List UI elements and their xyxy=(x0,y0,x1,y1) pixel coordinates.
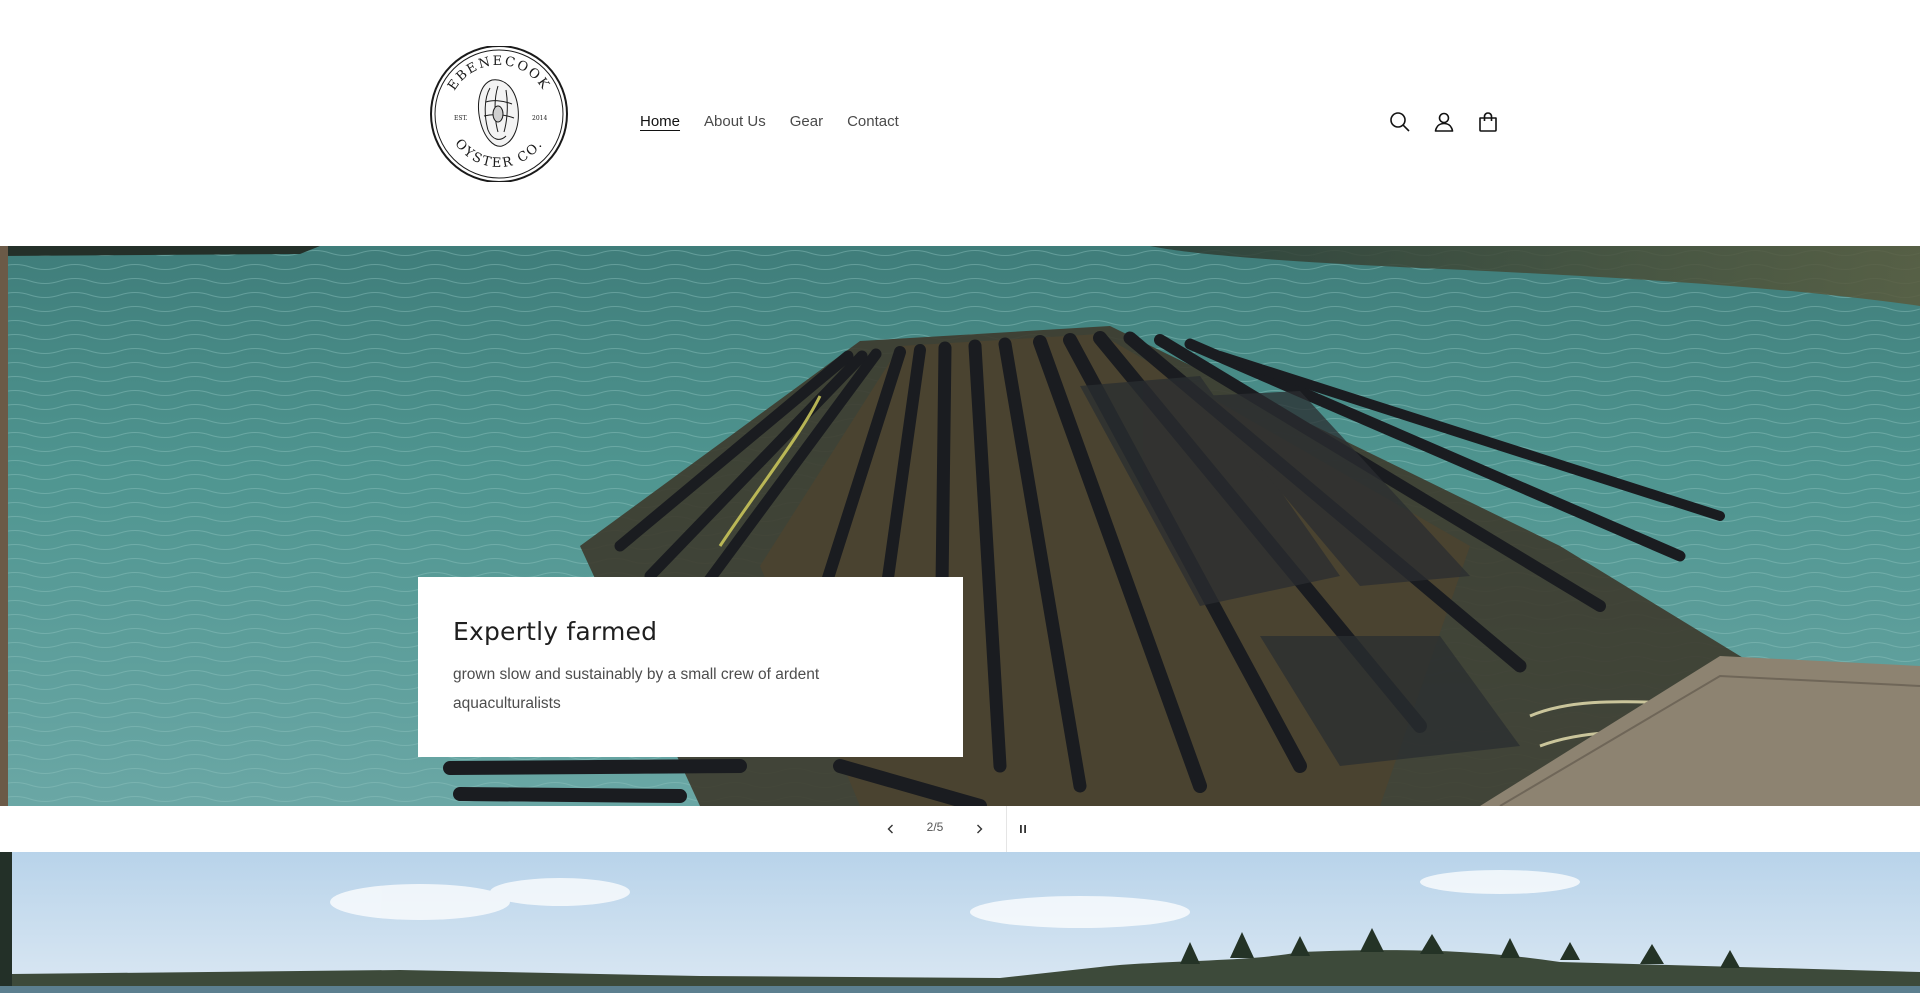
account-button[interactable] xyxy=(1428,102,1460,142)
coastline-image xyxy=(0,852,1920,993)
nav-home-link[interactable]: Home xyxy=(628,112,692,132)
coastline-banner xyxy=(0,852,1920,993)
slide-heading: Expertly farmed xyxy=(453,617,658,646)
next-slide-button[interactable] xyxy=(962,806,996,852)
previous-slide-button[interactable] xyxy=(874,806,908,852)
header-icons xyxy=(1384,102,1504,142)
account-icon xyxy=(1434,112,1454,132)
slide-counter: 2/5 xyxy=(926,820,944,834)
logo-est-text: EST. xyxy=(454,115,468,122)
previous-slide-edge xyxy=(0,246,8,806)
logo-year-text: 2014 xyxy=(532,115,547,122)
nav-about-us-link[interactable]: About Us xyxy=(692,112,778,132)
nav-contact-link[interactable]: Contact xyxy=(835,112,911,132)
oyster-logo-seal: EBENECOOK OYSTER CO. EST. 2014 xyxy=(430,45,568,183)
slide-text: grown slow and sustainably by a small cr… xyxy=(453,666,820,712)
cart-icon xyxy=(1479,112,1497,132)
chevron-left-icon xyxy=(887,824,893,834)
brand-logo[interactable]: EBENECOOK OYSTER CO. EST. 2014 xyxy=(428,45,570,183)
controls-divider xyxy=(1006,806,1007,852)
site-header: EBENECOOK OYSTER CO. EST. 2014 Home Abou… xyxy=(0,0,1920,246)
slide-caption: Expertly farmed grown slow and sustainab… xyxy=(418,577,963,757)
nav-gear-link[interactable]: Gear xyxy=(778,112,835,132)
pause-icon xyxy=(1020,825,1026,833)
cart-button[interactable] xyxy=(1472,102,1504,142)
chevron-right-icon xyxy=(977,824,983,834)
hero-slide: Expertly farmed grown slow and sustainab… xyxy=(0,246,1920,806)
search-button[interactable] xyxy=(1384,102,1416,142)
main-nav: Home About Us Gear Contact xyxy=(628,112,911,132)
slideshow-controls: 2/5 xyxy=(0,806,1920,852)
search-icon xyxy=(1390,112,1410,132)
pause-slideshow-button[interactable] xyxy=(1008,806,1038,852)
